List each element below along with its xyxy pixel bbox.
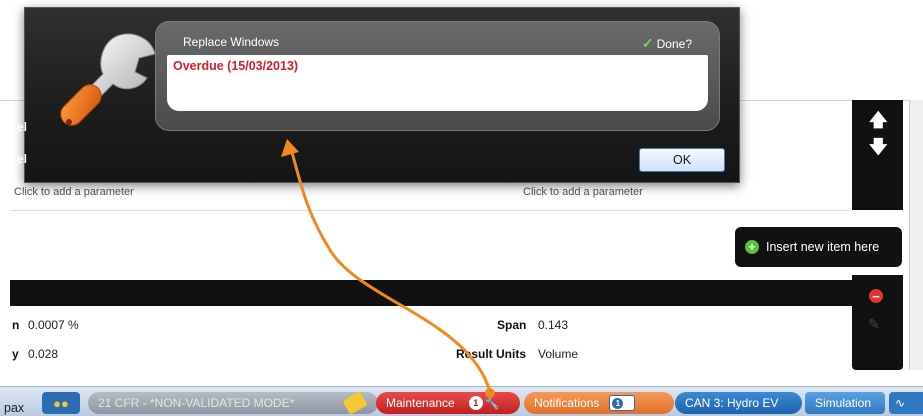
- task-message-body: Overdue (15/03/2013): [167, 55, 708, 111]
- notifications-label: Notifications: [534, 396, 600, 410]
- taskbar-pax-label: pax: [4, 401, 25, 415]
- task-message-frame: Replace Windows ✓ Done? Overdue (15/03/2…: [155, 21, 720, 131]
- item-header-bar: [10, 280, 852, 306]
- insert-new-item-button[interactable]: + Insert new item here: [735, 227, 902, 267]
- maintenance-button[interactable]: Maintenance 1 🔧: [376, 392, 520, 414]
- field-label-row2-left: y: [12, 347, 19, 361]
- chat-icon: 1: [609, 395, 636, 411]
- can-device-button[interactable]: CAN 3: Hydro EV: [675, 392, 802, 414]
- maintenance-dialog: el el Replace Windows ✓ Done? Overdue (1…: [17, 7, 740, 183]
- field-value-row2-left: 0.028: [28, 347, 59, 361]
- remove-item-icon[interactable]: −: [869, 289, 883, 303]
- cfr-mode-button[interactable]: 21 CFR - *NON-VALIDATED MODE*: [88, 392, 378, 414]
- section-divider: [10, 210, 850, 211]
- cut-label-1: el: [17, 120, 28, 134]
- field-label-result-units: Result Units: [456, 347, 527, 361]
- ok-button[interactable]: OK: [639, 148, 725, 172]
- check-icon: ✓: [641, 35, 654, 51]
- move-down-icon[interactable]: 🡇: [869, 135, 888, 165]
- edit-icon[interactable]: ✎: [868, 316, 880, 333]
- field-label-row1-left: n: [12, 318, 20, 332]
- maintenance-label: Maintenance: [386, 396, 455, 410]
- add-parameter-left[interactable]: Click to add a parameter: [14, 186, 134, 198]
- cfr-mode-label: 21 CFR - *NON-VALIDATED MODE*: [98, 396, 295, 410]
- wrench-icon: 🔧: [484, 396, 500, 410]
- users-icon: ●●: [53, 395, 69, 411]
- field-value-row1-left: 0.0007 %: [28, 318, 79, 332]
- field-value-span: 0.143: [538, 318, 569, 332]
- field-value-result-units: Volume: [538, 347, 579, 361]
- can-device-label: CAN 3: Hydro EV: [685, 396, 779, 410]
- overdue-status: Overdue (15/03/2013): [173, 59, 299, 73]
- maintenance-badge: 1: [468, 396, 483, 410]
- field-label-span: Span: [497, 318, 527, 332]
- move-up-icon[interactable]: 🡅: [869, 108, 888, 138]
- task-title: Replace Windows: [183, 35, 280, 49]
- done-label: Done?: [656, 36, 692, 51]
- insert-new-item-label: Insert new item here: [766, 240, 880, 254]
- simulation-button[interactable]: Simulation: [805, 392, 885, 414]
- users-button[interactable]: ●●: [42, 392, 80, 414]
- done-checkbox[interactable]: ✓ Done?: [642, 35, 692, 52]
- add-parameter-right[interactable]: Click to add a parameter: [523, 186, 643, 198]
- notifications-badge: 1: [612, 397, 624, 409]
- signal-icon[interactable]: ∿: [889, 392, 923, 414]
- simulation-label: Simulation: [815, 396, 872, 410]
- notifications-button[interactable]: Notifications 1: [524, 392, 674, 414]
- cut-label-2: el: [17, 152, 28, 166]
- scrollbar[interactable]: [909, 100, 923, 370]
- wrench-icon: [60, 33, 156, 126]
- plus-icon: +: [745, 240, 759, 254]
